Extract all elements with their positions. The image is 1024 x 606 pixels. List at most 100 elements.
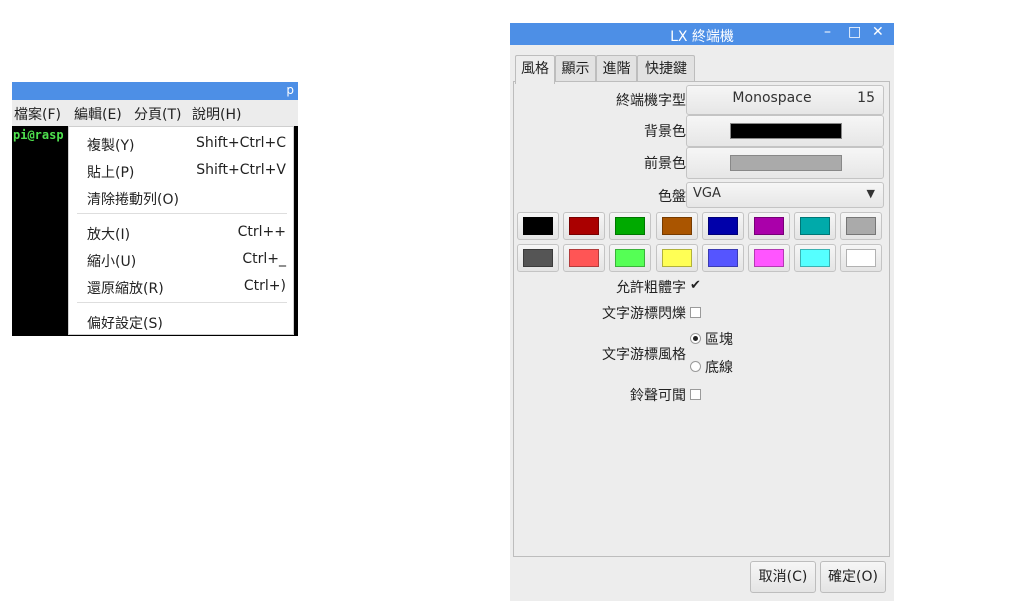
menu-separator (77, 213, 287, 214)
font-size: 15 (857, 90, 875, 106)
menu-item-accel: Ctrl+) (243, 278, 286, 294)
menu-item-preferences[interactable]: 偏好設定(S) (69, 310, 293, 332)
allow-bold-label: 允許粗體字 (616, 280, 686, 296)
menu-item-clear-scrollback[interactable]: 清除捲動列(O) (69, 186, 293, 208)
palette-color-swatch (569, 217, 600, 235)
preferences-dialog: LX 終端機 – □ ✕ 風格 顯示 進階 快捷鍵 終端機字型 Monospac… (510, 23, 894, 601)
menu-item-label: 偏好設定(S) (87, 316, 163, 332)
terminal-prompt: pi@rasp (13, 128, 64, 142)
tab-advanced[interactable]: 進階 (596, 55, 637, 81)
cancel-button[interactable]: 取消(C) (750, 561, 816, 593)
cursor-style-underline-radio[interactable] (690, 361, 701, 372)
palette-color-swatch (569, 249, 600, 267)
background-label: 背景色 (644, 124, 686, 140)
cursor-blink-label: 文字游標閃爍 (602, 306, 686, 322)
palette-color-swatch (661, 217, 692, 235)
font-name: Monospace (732, 90, 812, 106)
menu-separator (77, 302, 287, 303)
palette-color-button[interactable] (794, 244, 837, 272)
menu-item-zoom-out[interactable]: 縮小(U) Ctrl+_ (69, 248, 293, 270)
palette-color-button[interactable] (609, 244, 652, 272)
menu-item-label: 貼上(P) (87, 165, 135, 181)
menu-item-zoom-reset[interactable]: 還原縮放(R) Ctrl+) (69, 275, 293, 297)
foreground-label: 前景色 (644, 156, 686, 172)
palette-color-button[interactable] (563, 244, 606, 272)
ok-button[interactable]: 確定(O) (820, 561, 886, 593)
palette-color-swatch (846, 217, 877, 235)
palette-color-swatch (800, 249, 831, 267)
palette-color-button[interactable] (655, 244, 698, 272)
palette-color-swatch (846, 249, 877, 267)
palette-color-button[interactable] (701, 212, 744, 240)
palette-color-button[interactable] (840, 212, 883, 240)
minimize-icon[interactable]: – (824, 24, 831, 40)
background-color-button[interactable] (686, 115, 884, 147)
terminal-menubar: 檔案(F) 編輯(E) 分頁(T) 說明(H) (12, 100, 298, 126)
cursor-style-block-label: 區塊 (705, 332, 733, 348)
close-icon[interactable]: ✕ (872, 24, 884, 40)
palette-color-swatch (661, 249, 692, 267)
palette-color-swatch (754, 217, 784, 235)
palette-color-button[interactable] (517, 212, 559, 240)
chevron-down-icon: ▼ (866, 187, 875, 200)
tab-shortcuts[interactable]: 快捷鍵 (637, 55, 695, 81)
palette-color-button[interactable] (748, 212, 790, 240)
menu-item-label: 清除捲動列(O) (87, 192, 179, 208)
foreground-color-swatch (730, 155, 842, 171)
palette-color-button[interactable] (794, 212, 837, 240)
dialog-title: LX 終端機 (670, 29, 734, 45)
palette-color-swatch (707, 217, 738, 235)
tab-display[interactable]: 顯示 (555, 55, 596, 81)
palette-color-swatch (523, 249, 553, 267)
menu-item-copy[interactable]: 複製(Y) Shift+Ctrl+C (69, 132, 293, 154)
palette-select[interactable]: VGA ▼ (686, 182, 884, 208)
palette-color-swatch (523, 217, 553, 235)
palette-color-button[interactable] (840, 244, 883, 272)
palette-color-button[interactable] (701, 244, 744, 272)
menu-item-accel: Ctrl+_ (242, 251, 286, 267)
palette-color-swatch (615, 217, 646, 235)
palette-color-button[interactable] (655, 212, 698, 240)
cursor-style-block-radio[interactable] (690, 333, 701, 344)
cursor-blink-checkbox[interactable] (690, 307, 701, 318)
palette-color-swatch (707, 249, 738, 267)
cursor-style-label: 文字游標風格 (602, 347, 686, 363)
terminal-title-fragment: p (286, 83, 294, 97)
dialog-titlebar[interactable]: LX 終端機 – □ ✕ (510, 23, 894, 45)
allow-bold-checkbox[interactable]: ✔ (690, 279, 701, 292)
menu-item-label: 還原縮放(R) (87, 281, 164, 297)
palette-color-swatch (800, 217, 831, 235)
menu-edit[interactable]: 編輯(E) (74, 104, 122, 124)
font-label: 終端機字型 (616, 93, 686, 109)
background-color-swatch (730, 123, 842, 139)
font-button[interactable]: Monospace 15 (686, 85, 884, 115)
palette-selected: VGA (693, 186, 721, 201)
audible-bell-checkbox[interactable] (690, 389, 701, 400)
foreground-color-button[interactable] (686, 147, 884, 179)
menu-item-label: 放大(I) (87, 227, 131, 243)
radio-selected-dot (693, 336, 698, 341)
menu-item-zoom-in[interactable]: 放大(I) Ctrl++ (69, 221, 293, 243)
palette-color-button[interactable] (748, 244, 790, 272)
menu-item-accel: Shift+Ctrl+V (196, 162, 286, 178)
palette-label: 色盤 (658, 189, 686, 205)
terminal-titlebar: p (12, 82, 298, 100)
menu-item-label: 複製(Y) (87, 138, 135, 154)
menu-item-accel: Ctrl++ (237, 224, 286, 240)
menu-item-label: 縮小(U) (87, 254, 137, 270)
maximize-icon[interactable]: □ (848, 24, 861, 40)
menu-item-accel: Shift+Ctrl+C (196, 135, 286, 151)
edit-menu-dropdown: 複製(Y) Shift+Ctrl+C 貼上(P) Shift+Ctrl+V 清除… (68, 126, 294, 335)
palette-color-button[interactable] (517, 244, 559, 272)
palette-color-button[interactable] (563, 212, 606, 240)
cursor-style-underline-label: 底線 (705, 360, 733, 376)
palette-color-swatch (615, 249, 646, 267)
menu-tabs[interactable]: 分頁(T) (134, 104, 181, 124)
palette-color-swatch (754, 249, 784, 267)
menu-file[interactable]: 檔案(F) (14, 104, 61, 124)
audible-bell-label: 鈴聲可聞 (630, 388, 686, 404)
palette-color-button[interactable] (609, 212, 652, 240)
menu-help[interactable]: 說明(H) (192, 104, 241, 124)
tab-style[interactable]: 風格 (515, 55, 555, 84)
menu-item-paste[interactable]: 貼上(P) Shift+Ctrl+V (69, 159, 293, 181)
